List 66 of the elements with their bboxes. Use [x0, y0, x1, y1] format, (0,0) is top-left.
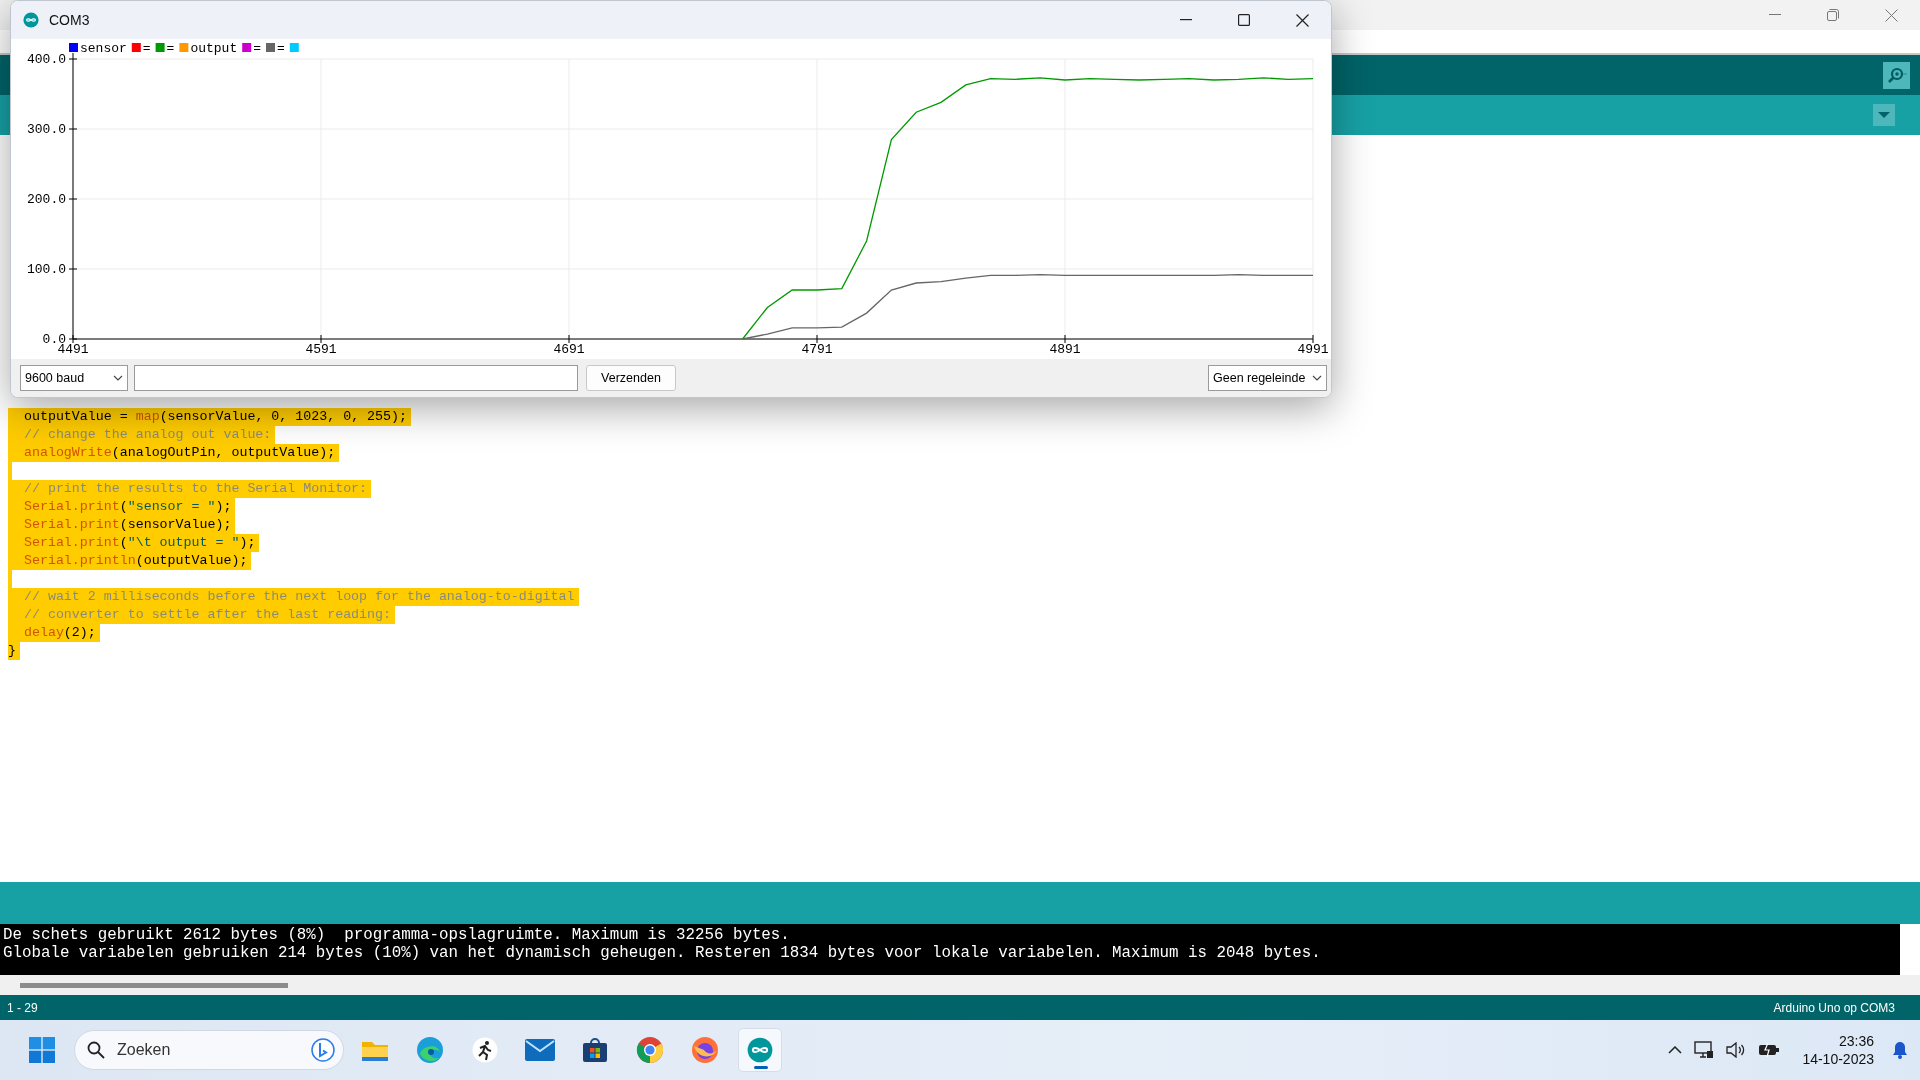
legend-label: sensor — [80, 41, 127, 56]
x-tick-label: 4491 — [57, 342, 89, 357]
fox-browser-icon — [691, 1036, 719, 1064]
speaker-icon — [1726, 1042, 1747, 1058]
chevron-up-icon — [1668, 1046, 1683, 1054]
show-hidden-icons-button[interactable] — [1668, 1046, 1683, 1054]
baud-rate-select[interactable]: 9600 baud — [20, 365, 128, 391]
chevron-down-icon — [113, 375, 123, 381]
tricolor-browser-icon — [636, 1036, 664, 1064]
serial-monitor-button[interactable] — [1883, 61, 1910, 89]
window-title: COM3 — [49, 12, 90, 28]
selection-highlight — [8, 462, 12, 480]
bell-icon — [1892, 1041, 1908, 1059]
scrollbar-thumb[interactable] — [20, 982, 288, 988]
restore-icon — [1827, 9, 1839, 21]
envelope-icon — [525, 1039, 555, 1061]
triangle-down-icon — [1878, 112, 1890, 118]
clock-date: 14-10-2023 — [1802, 1050, 1874, 1068]
wave-browser-icon — [416, 1036, 444, 1064]
board-port-label: Arduino Uno op COM3 — [1773, 1000, 1895, 1015]
tab-menu-button[interactable] — [1873, 104, 1895, 126]
x-tick-label: 4791 — [801, 342, 833, 357]
legend-label: = — [166, 41, 175, 56]
y-tick-label: 100.0 — [27, 262, 66, 277]
console-line: Globale variabelen gebruiken 214 bytes (10%) van het dynamisch geheugen. Resteren 1834 bytes voor lokale variabelen. Maximum is 2048 bytes. — [3, 944, 1322, 962]
b-logo-icon — [311, 1038, 335, 1062]
infinity-logo-icon — [747, 1037, 773, 1063]
cursor-position: 1 - 29 — [7, 1000, 38, 1015]
search-field[interactable]: Zoeken — [74, 1030, 344, 1070]
line-ending-select[interactable]: Geen regeleinde — [1208, 365, 1327, 391]
close-icon — [1295, 13, 1309, 27]
message-input[interactable] — [134, 365, 578, 391]
minimize-icon — [1769, 14, 1781, 16]
y-tick-label: 200.0 — [27, 192, 66, 207]
x-tick-label: 4991 — [1297, 342, 1329, 357]
chevron-down-icon — [1312, 375, 1322, 381]
y-tick-label: 400.0 — [27, 52, 66, 67]
x-tick-label: 4691 — [553, 342, 585, 357]
network-button[interactable] — [1694, 1041, 1715, 1059]
x-tick-label: 4891 — [1049, 342, 1081, 357]
search-input[interactable]: Zoeken — [115, 1040, 301, 1060]
monitor-icon — [1694, 1041, 1715, 1059]
battery-button[interactable] — [1758, 1043, 1781, 1057]
battery-icon — [1758, 1043, 1781, 1057]
notifications-button[interactable] — [1892, 1041, 1908, 1059]
minimize-icon — [1180, 19, 1192, 21]
console-line: De schets gebruikt 2612 bytes (8%) programma-opslagruimte. Maximum is 32256 bytes. — [3, 926, 791, 944]
legend-label: = — [142, 41, 151, 56]
selection-highlight — [8, 570, 12, 588]
magnifier-icon — [1886, 66, 1907, 84]
active-indicator — [754, 1066, 768, 1069]
windows-logo-icon — [29, 1037, 55, 1063]
infinity-logo-icon — [23, 12, 39, 28]
close-icon — [1884, 8, 1898, 22]
runner-icon — [472, 1037, 498, 1063]
legend-label: = — [277, 41, 285, 56]
send-button[interactable]: Verzenden — [586, 365, 676, 391]
x-tick-label: 4591 — [305, 342, 337, 357]
legend-label: = — [253, 41, 261, 56]
shopping-bag-icon — [582, 1037, 608, 1063]
maximize-icon — [1238, 14, 1250, 26]
legend-label: output — [190, 41, 238, 56]
search-icon — [87, 1041, 105, 1059]
volume-button[interactable] — [1726, 1042, 1747, 1058]
y-tick-label: 300.0 — [27, 122, 66, 137]
clock-time: 23:36 — [1838, 1032, 1874, 1050]
